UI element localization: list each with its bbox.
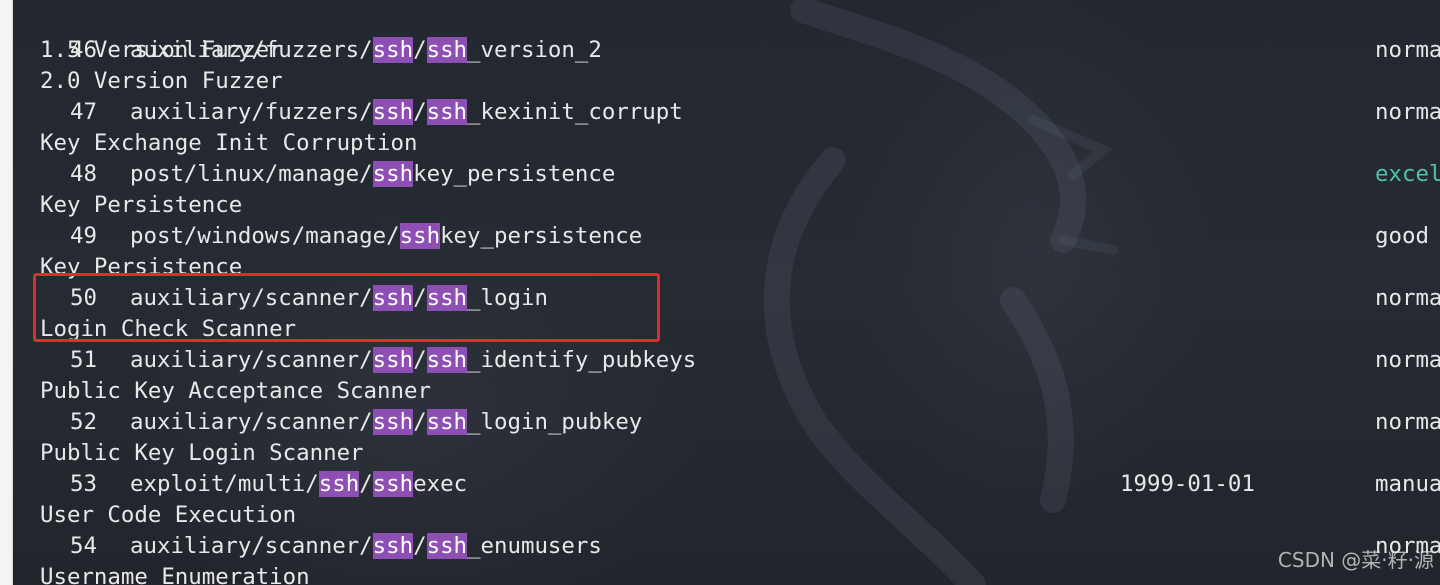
module-index: 54 [70,533,97,559]
window-left-border [0,0,13,585]
module-path-segment: auxiliary/scanner/ [130,533,373,559]
module-path-segment: auxiliary/fuzzers/ [130,37,373,63]
disclosure-date: 1999-01-01 [1120,471,1255,497]
module-index: 49 [70,223,97,249]
module-index: 53 [70,471,97,497]
search-term-highlight: ssh [426,99,468,125]
search-term-highlight: ssh [372,99,414,125]
module-path-segment: / [413,99,427,125]
selection-highlight-box [33,273,660,342]
terminal-line: 1.5 Version Fuzzer [13,4,283,63]
module-rank: good [1375,223,1429,249]
search-term-highlight: ssh [426,37,468,63]
module-path-segment: auxiliary/scanner/ [130,347,373,373]
module-description: Public Key Acceptance Scanner [40,378,431,404]
search-term-highlight: ssh [372,533,414,559]
search-term-highlight: ssh [372,161,414,187]
search-term-highlight: ssh [372,347,414,373]
module-path-segment: _identify_pubkeys [467,347,697,373]
module-path-segment: post/linux/manage/ [130,161,373,187]
module-path-segment: / [413,533,427,559]
module-path-segment: / [359,471,373,497]
module-path-segment: exploit/multi/ [130,471,319,497]
module-path: post/windows/manage/sshkey_persistence [130,221,642,252]
module-description: User Code Execution [40,502,297,528]
module-path-segment: key_persistence [413,161,616,187]
module-path-segment: _login_pubkey [467,409,643,435]
search-term-highlight: ssh [399,223,441,249]
module-rank: norma [1375,285,1440,311]
module-path-segment: exec [413,471,468,497]
module-index: 52 [70,409,97,435]
module-description: Public Key Login Scanner [40,440,364,466]
search-term-highlight: ssh [372,471,414,497]
module-path: auxiliary/scanner/ssh/ssh_enumusers [130,531,602,562]
module-path-segment: auxiliary/scanner/ [130,409,373,435]
module-path: post/linux/manage/sshkey_persistence [130,159,615,190]
module-path-segment: auxiliary/fuzzers/ [130,99,373,125]
module-path-segment: _enumusers [467,533,602,559]
module-rank: norma [1375,99,1440,125]
module-rank: norma [1375,409,1440,435]
search-term-highlight: ssh [372,409,414,435]
module-description: 2.0 Version Fuzzer [40,68,283,94]
search-term-highlight: ssh [426,533,468,559]
module-description: Username Enumeration [40,564,310,585]
module-path: auxiliary/scanner/ssh/ssh_identify_pubke… [130,345,696,376]
csdn-watermark: CSDN @菜·籽·源 [1277,548,1434,572]
module-index: 46 [70,37,97,63]
module-path-segment: _version_2 [467,37,602,63]
module-path-segment: / [413,409,427,435]
module-path: exploit/multi/ssh/sshexec [130,469,467,500]
module-index: 47 [70,99,97,125]
terminal-window[interactable]: 1.5 Version Fuzzer 46 auxiliary/fuzzers/s… [13,0,1440,585]
search-term-highlight: ssh [426,347,468,373]
module-path-segment: key_persistence [440,223,643,249]
module-description: Key Persistence [40,192,243,218]
screenshot-frame: 1.5 Version Fuzzer 46 auxiliary/fuzzers/s… [0,0,1440,585]
module-path: auxiliary/fuzzers/ssh/ssh_version_2 [130,35,602,66]
module-path-segment: _kexinit_corrupt [467,99,683,125]
search-term-highlight: ssh [426,409,468,435]
module-description: Key Exchange Init Corruption [40,130,418,156]
search-term-highlight: ssh [318,471,360,497]
module-rank: norma [1375,37,1440,63]
module-index: 51 [70,347,97,373]
module-rank: excel [1375,161,1440,187]
module-rank: norma [1375,347,1440,373]
module-path: auxiliary/scanner/ssh/ssh_login_pubkey [130,407,642,438]
module-path-segment: post/windows/manage/ [130,223,400,249]
search-term-highlight: ssh [372,37,414,63]
module-path-segment: / [413,347,427,373]
module-index: 48 [70,161,97,187]
module-path: auxiliary/fuzzers/ssh/ssh_kexinit_corrup… [130,97,683,128]
module-path-segment: / [413,37,427,63]
module-rank: manua [1375,471,1440,497]
